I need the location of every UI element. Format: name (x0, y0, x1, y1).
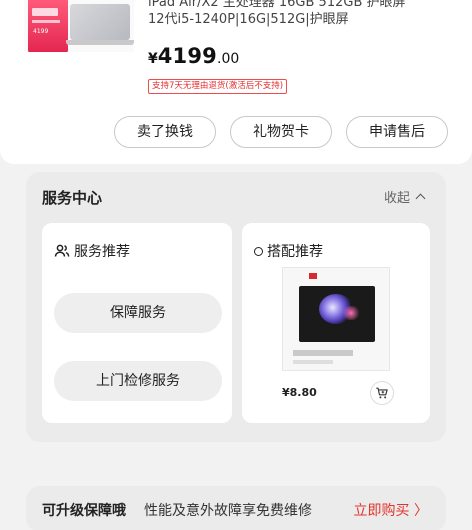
ring-icon (254, 246, 263, 256)
laptop-image (66, 4, 134, 45)
upgrade-protection-bar[interactable]: 可升级保障哦 性能及意外故障享免费维修 立即购买 〉 (26, 486, 446, 530)
product-thumbnail[interactable]: 4199 (24, 0, 134, 52)
price-currency: ¥ (148, 51, 158, 67)
add-to-cart-button[interactable] (370, 381, 394, 405)
buy-now-link[interactable]: 立即购买 〉 (354, 500, 428, 520)
sell-button[interactable]: 卖了换钱 (114, 116, 216, 148)
accessory-recommend-panel: 搭配推荐 ¥8.80 (242, 223, 430, 423)
collapse-label: 收起 (383, 191, 410, 206)
promo-tag-image: 4199 (28, 0, 68, 52)
service-center-title: 服务中心 (42, 189, 103, 207)
product-price: ¥4199.00 (148, 44, 239, 68)
collapse-toggle[interactable]: 收起 (383, 187, 426, 206)
accessory-price: ¥8.80 (282, 386, 317, 399)
after-sale-button[interactable]: 申请售后 (346, 116, 448, 148)
price-integer: 4199 (157, 44, 217, 68)
onsite-repair-button[interactable]: 上门检修服务 (54, 361, 222, 401)
price-decimal: .00 (217, 51, 240, 67)
cart-icon (376, 387, 388, 399)
chevron-up-icon (415, 193, 426, 204)
mouse-pad-image[interactable] (282, 267, 390, 371)
product-spec: 12代i5-1240P|16G|512G|护眼屏 (148, 12, 349, 27)
service-recommend-panel: 服务推荐 保障服务 上门检修服务 (42, 223, 232, 423)
upgrade-description: 性能及意外故障享免费维修 (144, 503, 312, 519)
product-card: 4199 iPad Air/X2 主处理器 16GB 512GB 护眼屏 12代… (0, 0, 472, 164)
accessory-recommend-header: 搭配推荐 (254, 241, 323, 261)
return-policy-badge: 支持7天无理由退货(激活后不支持) (148, 79, 288, 94)
order-action-row: 卖了换钱 礼物贺卡 申请售后 (0, 116, 472, 150)
upgrade-title: 可升级保障哦 (42, 503, 126, 519)
protection-service-button[interactable]: 保障服务 (54, 293, 222, 333)
people-icon (54, 244, 70, 257)
service-recommend-title: 服务推荐 (74, 244, 130, 260)
accessory-recommend-title: 搭配推荐 (267, 244, 323, 260)
gift-card-button[interactable]: 礼物贺卡 (230, 116, 332, 148)
thumb-price: 4199 (33, 28, 49, 35)
service-recommend-header: 服务推荐 (54, 241, 130, 261)
service-center-card: 服务中心 收起 服务推荐 保障服务 上门检修服务 搭配推荐 ¥8.80 (26, 172, 446, 442)
